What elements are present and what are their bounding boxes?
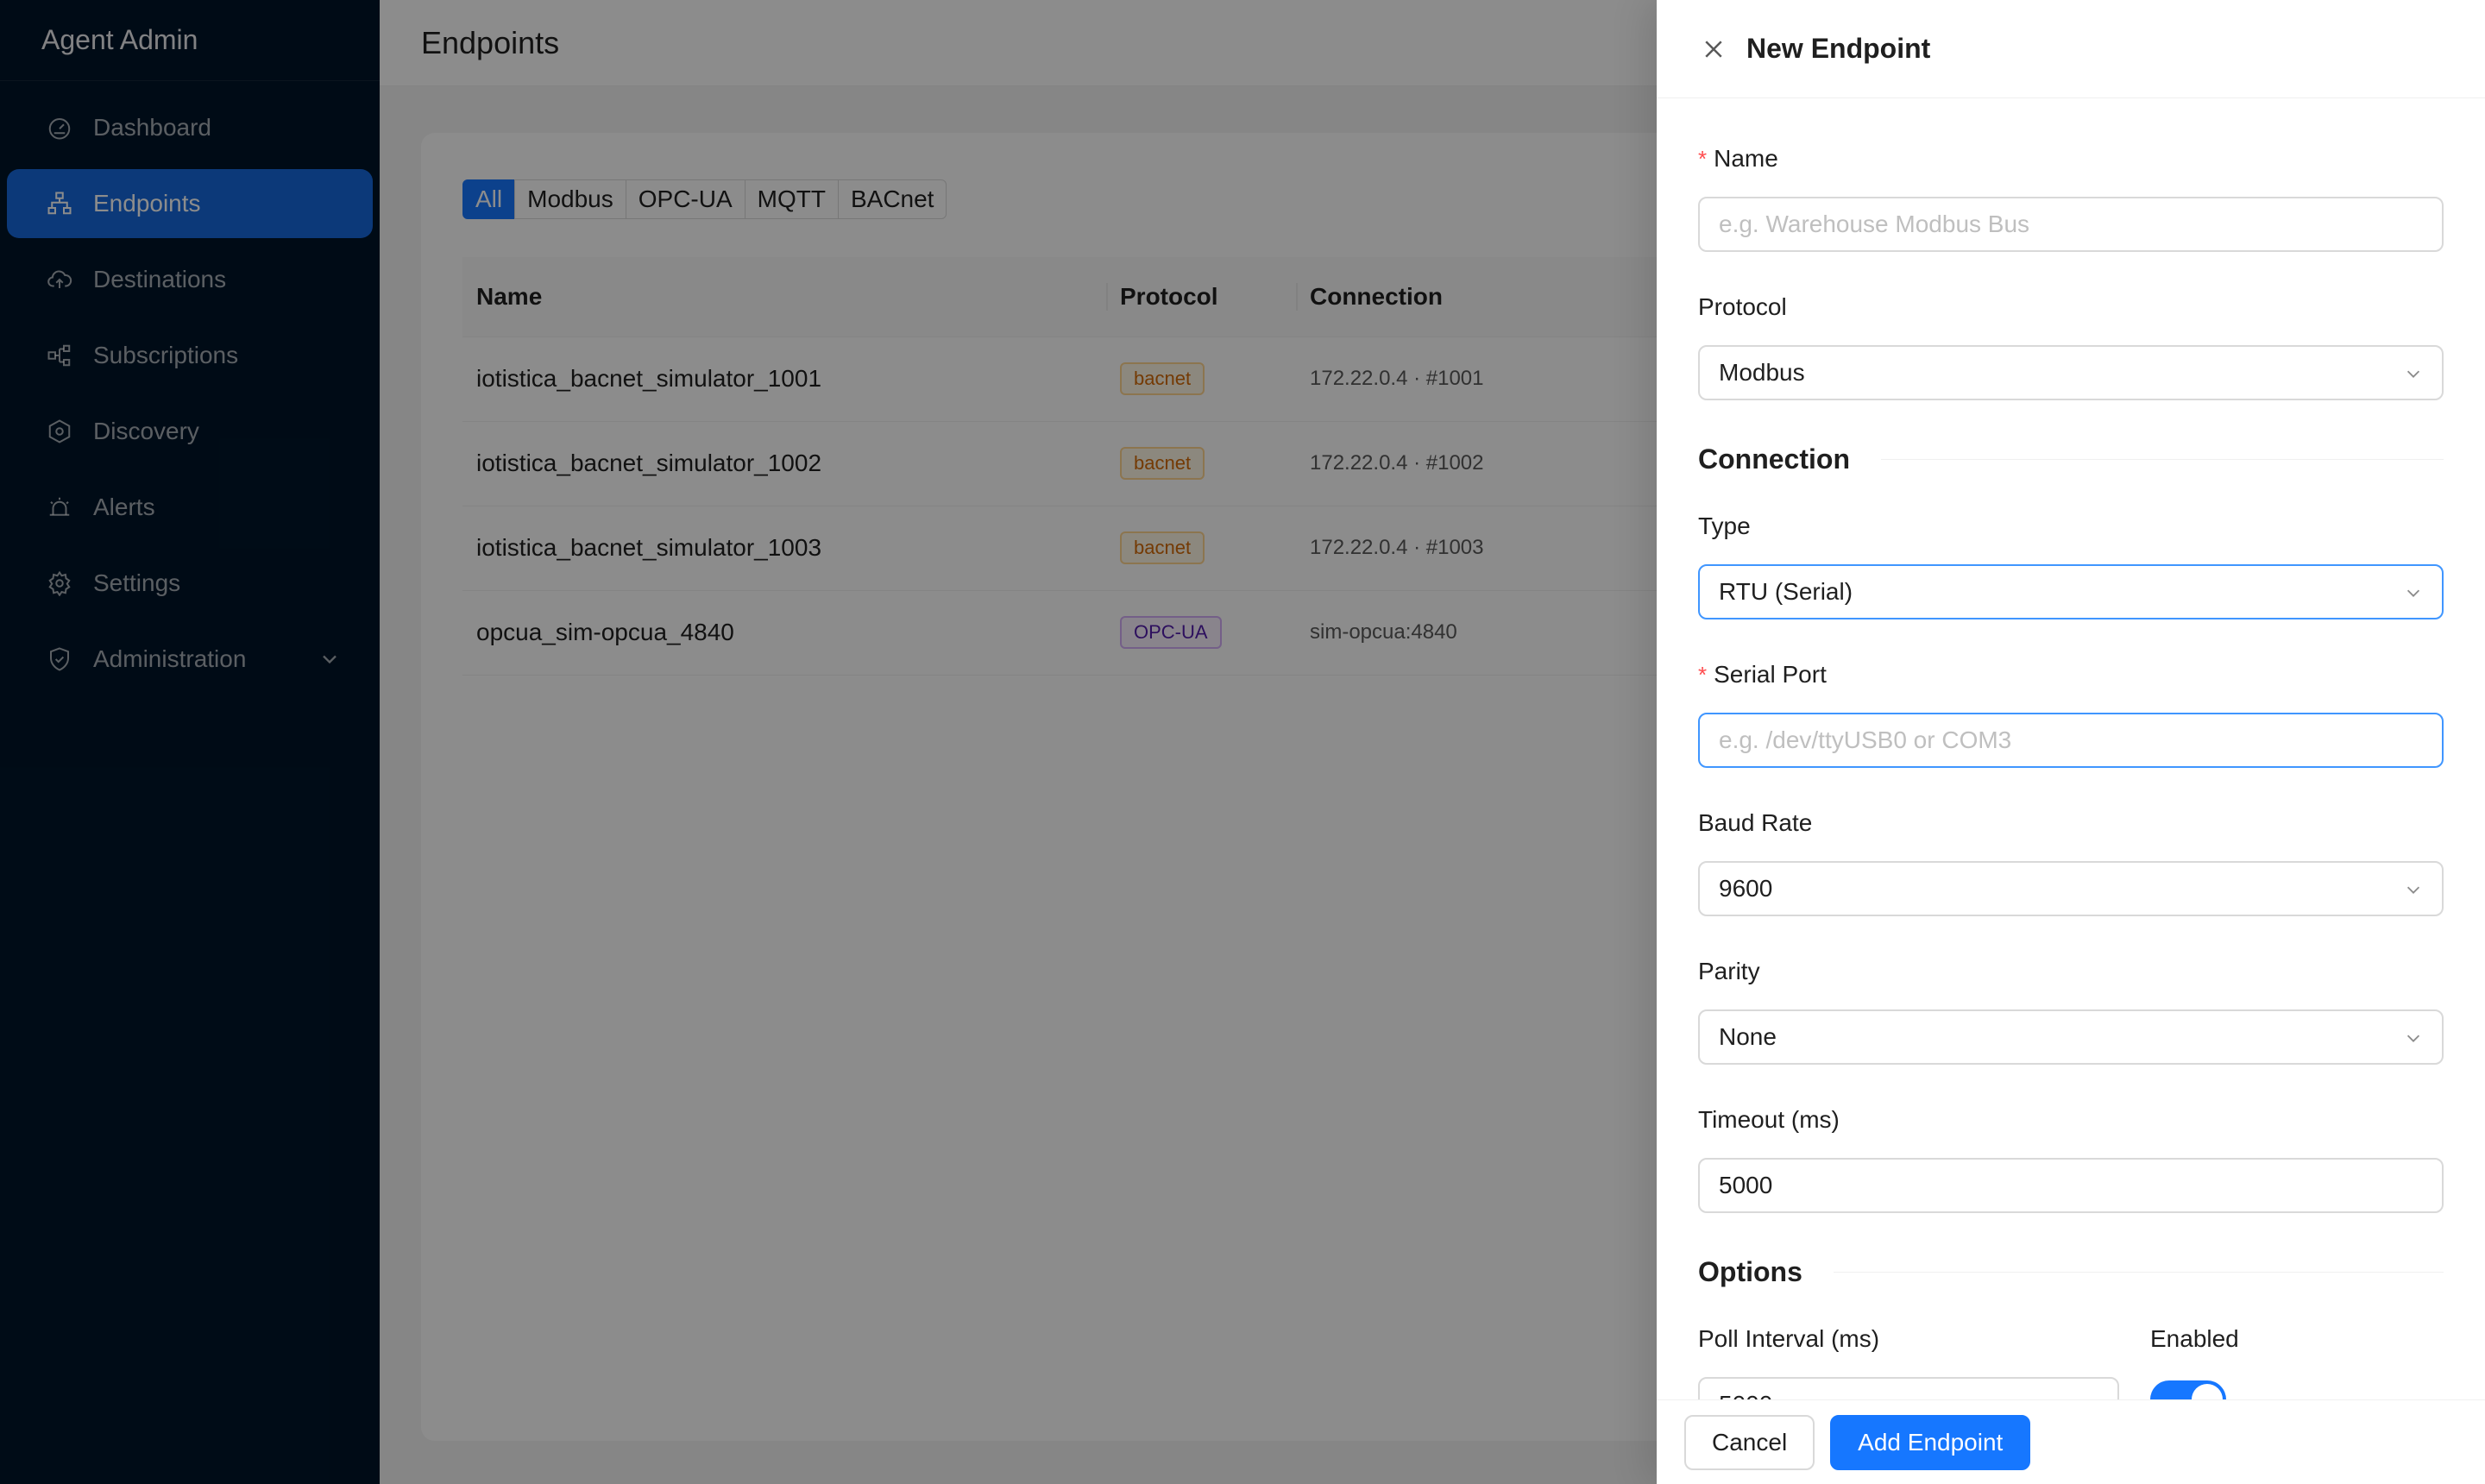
name-field-group: * Name e.g. Warehouse Modbus Bus <box>1698 141 2444 252</box>
protocol-value: Modbus <box>1719 359 1805 386</box>
protocol-field-group: Protocol Modbus <box>1698 290 2444 400</box>
type-select[interactable]: RTU (Serial) <box>1698 564 2444 619</box>
chevron-down-icon <box>2406 589 2420 597</box>
enabled-label: Enabled <box>2150 1325 2239 1352</box>
chevron-down-icon <box>2406 1034 2420 1042</box>
parity-select[interactable]: None <box>1698 1009 2444 1065</box>
baud-rate-value: 9600 <box>1719 875 1773 902</box>
new-endpoint-drawer: New Endpoint * Name e.g. Warehouse Modbus… <box>1657 0 2485 1484</box>
poll-interval-field-group: Poll Interval (ms) 5000 <box>1698 1322 2119 1399</box>
serial-port-field-group: * Serial Port e.g. /dev/ttyUSB0 or COM3 <box>1698 657 2444 768</box>
parity-value: None <box>1719 1023 1777 1050</box>
options-section: Options <box>1698 1253 2444 1291</box>
serial-port-label: Serial Port <box>1714 661 1827 688</box>
poll-interval-input[interactable]: 5000 <box>1698 1377 2119 1399</box>
timeout-field-group: Timeout (ms) 5000 <box>1698 1103 2444 1213</box>
parity-label: Parity <box>1698 958 1760 984</box>
poll-interval-label: Poll Interval (ms) <box>1698 1325 1880 1352</box>
timeout-input[interactable]: 5000 <box>1698 1158 2444 1213</box>
baud-rate-label: Baud Rate <box>1698 809 1813 836</box>
drawer-footer: Cancel Add Endpoint <box>1657 1399 2485 1484</box>
type-label: Type <box>1698 512 1751 539</box>
parity-field-group: Parity None <box>1698 954 2444 1065</box>
protocol-select[interactable]: Modbus <box>1698 345 2444 400</box>
enabled-field-group: Enabled <box>2150 1322 2444 1356</box>
name-placeholder: e.g. Warehouse Modbus Bus <box>1719 211 2030 237</box>
required-mark: * <box>1698 661 1708 688</box>
chevron-down-icon <box>2406 370 2420 378</box>
serial-port-placeholder: e.g. /dev/ttyUSB0 or COM3 <box>1719 726 2012 753</box>
required-mark: * <box>1698 145 1708 172</box>
name-label: Name <box>1714 145 1778 172</box>
drawer-title: New Endpoint <box>1746 33 1931 64</box>
timeout-value: 5000 <box>1719 1172 1773 1198</box>
baud-rate-field-group: Baud Rate 9600 <box>1698 806 2444 916</box>
timeout-label: Timeout (ms) <box>1698 1106 1840 1133</box>
chevron-down-icon <box>2406 886 2420 894</box>
add-endpoint-button[interactable]: Add Endpoint <box>1830 1414 2031 1470</box>
connection-section: Connection <box>1698 440 2444 478</box>
name-input[interactable]: e.g. Warehouse Modbus Bus <box>1698 197 2444 252</box>
serial-port-input[interactable]: e.g. /dev/ttyUSB0 or COM3 <box>1698 713 2444 768</box>
poll-interval-value: 5000 <box>1719 1391 1772 1399</box>
drawer-header: New Endpoint <box>1657 0 2485 98</box>
options-section-title: Options <box>1698 1255 1802 1287</box>
type-field-group: Type RTU (Serial) <box>1698 509 2444 619</box>
close-icon[interactable] <box>1698 34 1729 65</box>
type-value: RTU (Serial) <box>1719 578 1853 605</box>
baud-rate-select[interactable]: 9600 <box>1698 861 2444 916</box>
endpoint-form: * Name e.g. Warehouse Modbus Bus Protocol… <box>1698 98 2444 1399</box>
protocol-label: Protocol <box>1698 293 1787 320</box>
enabled-toggle[interactable] <box>2150 1380 2226 1399</box>
connection-section-title: Connection <box>1698 443 1850 475</box>
cancel-button[interactable]: Cancel <box>1684 1414 1815 1470</box>
